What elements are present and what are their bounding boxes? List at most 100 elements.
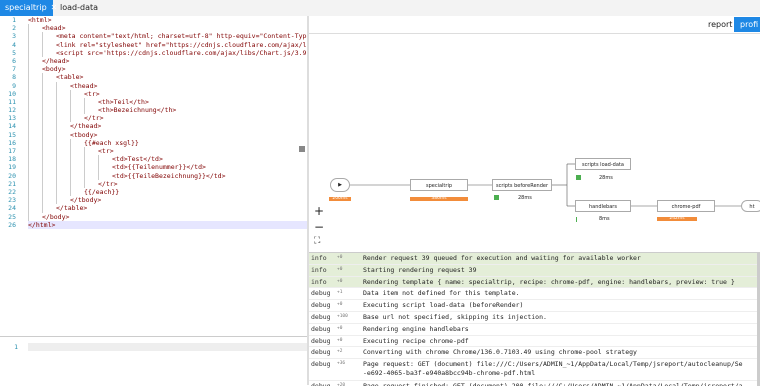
- node-chrome-pdf[interactable]: chrome-pdf: [657, 200, 715, 212]
- code-text: <td>{{TeileBezeichnung}}</td>: [112, 171, 226, 180]
- indent-guide: [28, 56, 29, 66]
- code-line[interactable]: <tr>: [28, 89, 307, 98]
- profile-button[interactable]: profi: [734, 17, 760, 32]
- code-text: {{/each}}: [84, 187, 120, 196]
- line-number: 23: [8, 196, 16, 205]
- code-line[interactable]: <link rel="stylesheet" href="https://cdn…: [28, 40, 307, 49]
- indent-guide: [42, 155, 43, 164]
- code-line[interactable]: </tr>: [28, 114, 307, 123]
- tab-bar: specialtrip ✕ load-data: [0, 0, 760, 17]
- code-text: </tr>: [84, 114, 104, 123]
- indent-guide: [28, 147, 29, 156]
- code-line[interactable]: <td>Test</td>: [28, 155, 307, 164]
- code-text: <tr>: [84, 89, 100, 98]
- log-level: debug: [311, 289, 331, 298]
- log-row: debug+20 Page request finished: GET (docu…: [309, 381, 760, 386]
- indent-guide: [42, 89, 43, 98]
- node-specialtrip[interactable]: specialtrip: [410, 179, 468, 191]
- log-message: Rendering template { name: specialtrip, …: [363, 277, 735, 286]
- indent-guide: [28, 163, 29, 172]
- tab-load-data[interactable]: load-data: [55, 0, 105, 16]
- node-load-data[interactable]: scripts load-data: [575, 158, 631, 170]
- code-line[interactable]: {{#each xsgl}}: [28, 138, 307, 147]
- load-data-time: 28ms: [599, 175, 613, 181]
- indent-guide: [56, 179, 57, 188]
- code-area[interactable]: <html> <head> <meta content="text/html; ch…: [28, 16, 307, 229]
- indent-guide: [70, 138, 71, 147]
- indent-guide: [28, 81, 29, 90]
- report-button[interactable]: report: [702, 17, 738, 32]
- indent-guide: [56, 171, 57, 180]
- code-text: <html>: [28, 16, 52, 24]
- indent-guide: [56, 130, 57, 139]
- indent-guide: [28, 97, 29, 107]
- tab-specialtrip[interactable]: specialtrip ✕: [0, 0, 57, 16]
- line-number: 9: [12, 81, 16, 90]
- line-number: 16: [8, 138, 16, 147]
- log-level: debug: [311, 336, 331, 345]
- indent-guide: [84, 147, 85, 156]
- indent-guide: [28, 73, 29, 82]
- indent-guide: [98, 155, 99, 164]
- code-line[interactable]: <th>Bezeichnung</th>: [28, 106, 307, 115]
- indent-guide: [42, 97, 43, 107]
- code-text: <script src='https://cdnjs.cloudflare.co…: [56, 48, 307, 57]
- splitter-handle[interactable]: [299, 146, 305, 152]
- log-delta: +0: [337, 325, 343, 331]
- template-code-editor[interactable]: 1 2 3 4 5 6 7 8 9 10 11 12 13 14 15 16 17 18 19 20 21 22 23 24 2…: [0, 16, 307, 336]
- log-message: Render request 39 queued for execution a…: [363, 254, 641, 262]
- code-line[interactable]: <head>: [28, 24, 307, 33]
- indent-guide: [56, 114, 57, 123]
- log-level: debug: [311, 360, 331, 369]
- indent-guide: [42, 48, 43, 57]
- code-line[interactable]: <meta content="text/html; charset=utf-8"…: [28, 32, 307, 41]
- indent-guide: [56, 89, 57, 98]
- log-list: info +0 Render request 39 queued for execu…: [309, 253, 760, 386]
- indent-guide: [42, 32, 43, 41]
- log-row: debug +100 Base url not specified, skippin…: [309, 312, 760, 324]
- code-text: {{#each xsgl}}: [84, 138, 139, 147]
- current-line-highlight: [28, 343, 307, 351]
- code-line[interactable]: <tbody>: [28, 130, 307, 139]
- zoom-in-button[interactable]: +: [314, 204, 324, 218]
- code-line[interactable]: </tbody>: [28, 196, 307, 205]
- log-message: Starting rendering request 39: [363, 265, 477, 274]
- log-delta: +0: [337, 278, 343, 284]
- code-text: <table>: [56, 73, 84, 82]
- code-line[interactable]: </table>: [28, 204, 307, 213]
- code-line[interactable]: <thead>: [28, 81, 307, 90]
- indent-guide: [56, 122, 57, 131]
- line-number: 10: [8, 89, 16, 98]
- before-render-time-bar: [494, 195, 499, 200]
- log-delta: +20: [337, 383, 346, 386]
- code-line[interactable]: </tr>: [28, 179, 307, 188]
- code-line[interactable]: </html>: [28, 220, 307, 229]
- code-line[interactable]: </head>: [28, 56, 307, 66]
- code-line[interactable]: <html>: [28, 16, 307, 24]
- helpers-editor[interactable]: 1: [0, 336, 307, 386]
- code-line[interactable]: {{/each}}: [28, 187, 307, 197]
- handlebars-time-bar: [576, 217, 577, 222]
- indent-guide: [28, 65, 29, 74]
- code-line[interactable]: <table>: [28, 73, 307, 82]
- code-text: </tr>: [98, 179, 118, 188]
- code-line[interactable]: <body>: [28, 65, 307, 74]
- start-node[interactable]: ▶: [330, 178, 350, 192]
- node-before-render[interactable]: scripts beforeRender: [492, 179, 552, 191]
- node-handlebars[interactable]: handlebars: [575, 200, 631, 212]
- log-delta: +2: [337, 349, 343, 355]
- code-line[interactable]: </body>: [28, 212, 307, 221]
- log-row: debug +36 Page request: GET (document) fil…: [309, 359, 760, 382]
- code-line[interactable]: <td>{{Teilenummer}}</td>: [28, 163, 307, 172]
- code-line[interactable]: <tr>: [28, 147, 307, 156]
- line-number: 21: [8, 179, 16, 188]
- fit-view-button[interactable]: ⛶: [314, 236, 320, 246]
- line-number: 6: [12, 56, 16, 65]
- zoom-out-button[interactable]: −: [314, 220, 324, 234]
- line-number: 8: [12, 73, 16, 82]
- code-line[interactable]: <td>{{TeileBezeichnung}}</td>: [28, 171, 307, 180]
- code-line[interactable]: </thead>: [28, 122, 307, 131]
- node-more[interactable]: ht: [741, 200, 760, 212]
- code-line[interactable]: <th>Teil</th>: [28, 97, 307, 107]
- code-line[interactable]: <script src='https://cdnjs.cloudflare.co…: [28, 48, 307, 57]
